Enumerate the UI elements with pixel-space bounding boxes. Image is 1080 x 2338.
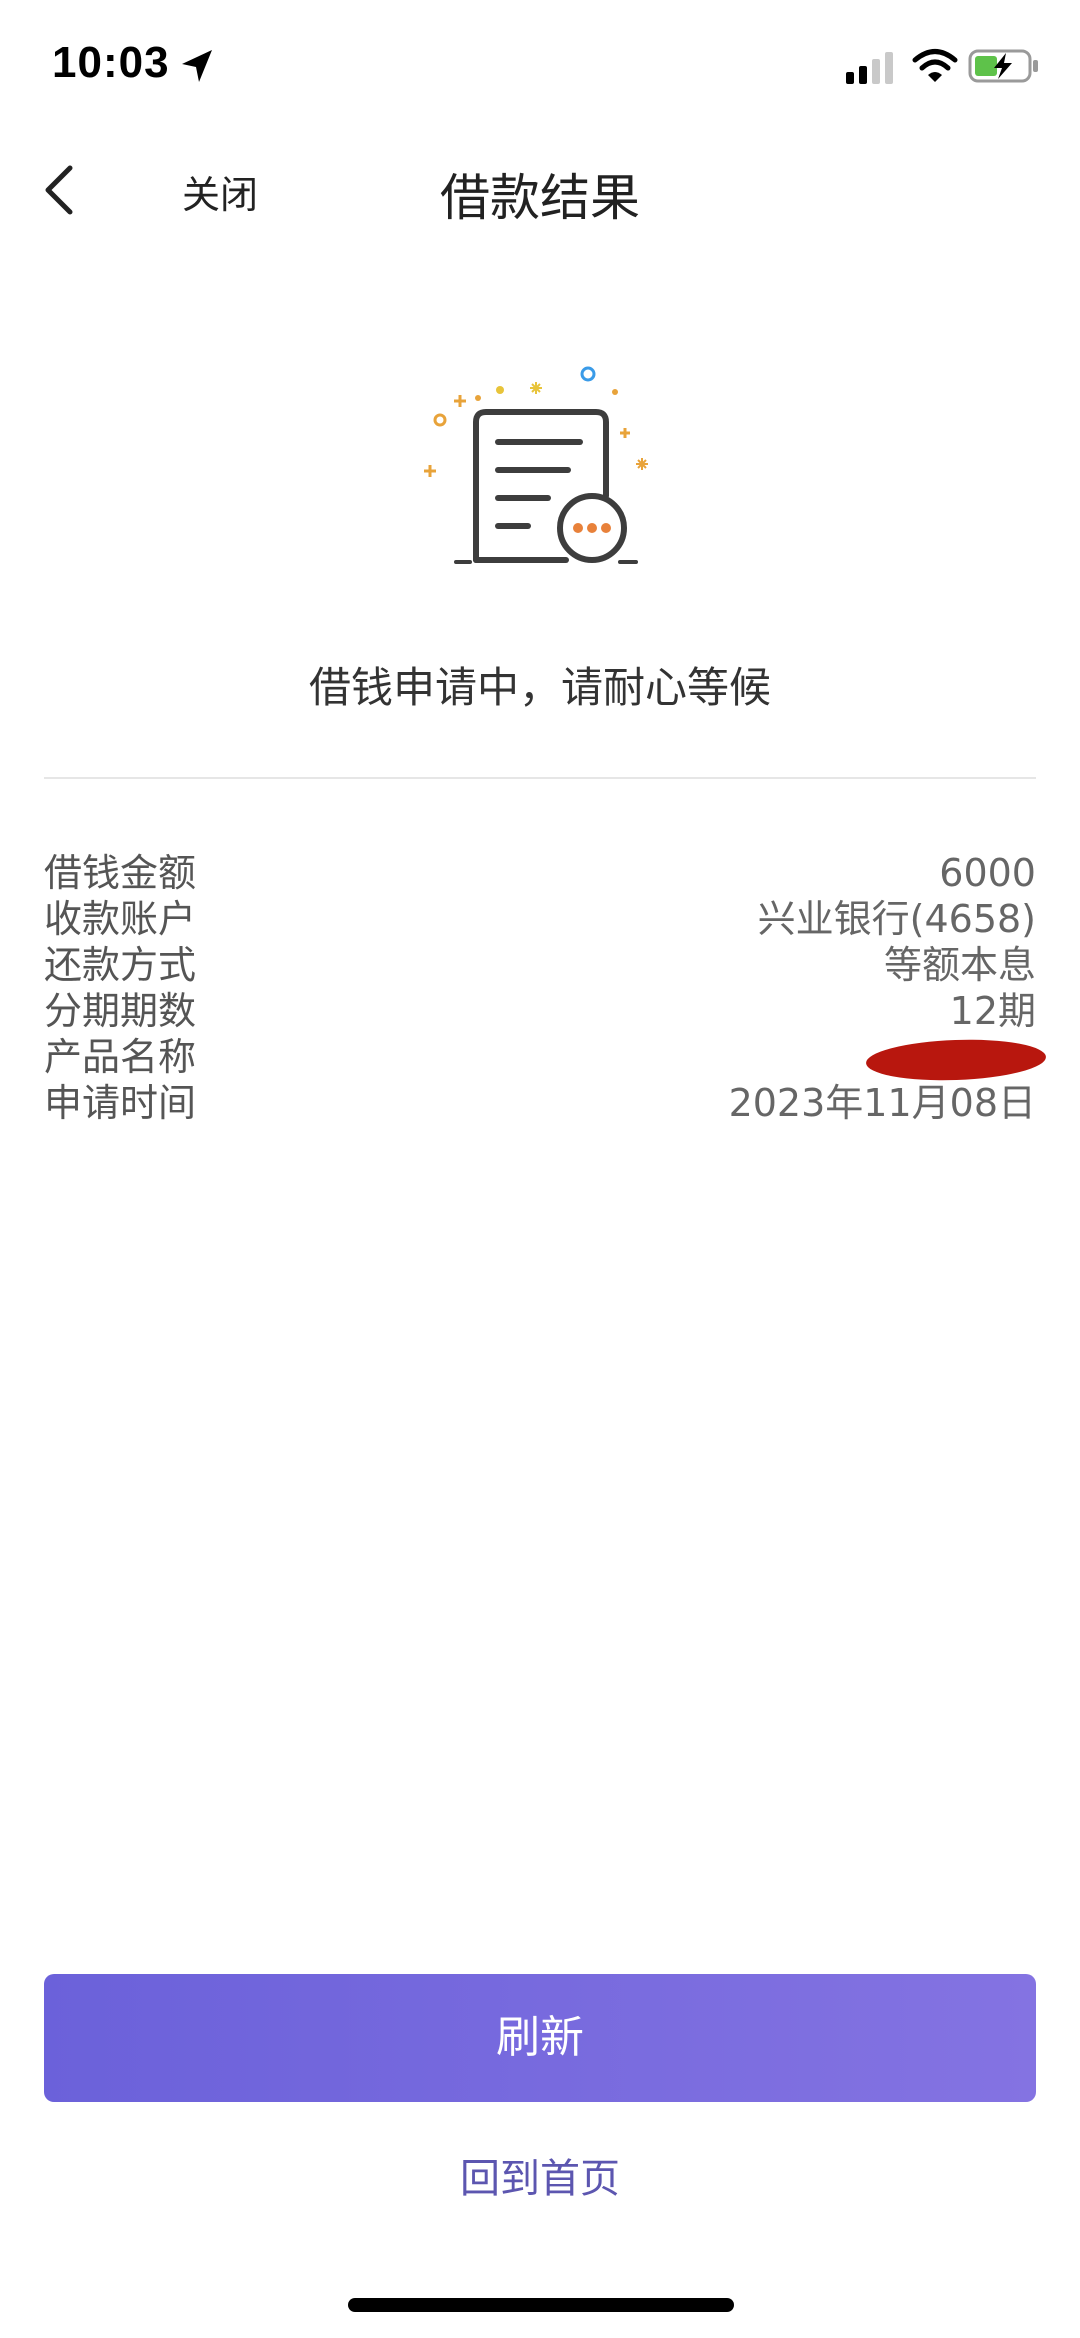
detail-label: 收款账户 — [44, 897, 197, 941]
detail-label: 借钱金额 — [44, 851, 197, 895]
detail-label: 产品名称 — [44, 1035, 197, 1079]
loan-details: 借钱金额 6000 收款账户 兴业银行(4658) 还款方式 等额本息 分期期数… — [44, 850, 1047, 1126]
refresh-button[interactable]: 刷新 — [44, 1974, 1036, 2102]
detail-row-repayment-method: 还款方式 等额本息 — [44, 942, 1036, 988]
redaction-mark — [865, 1036, 1047, 1084]
location-arrow-icon — [182, 50, 212, 82]
home-indicator — [348, 2298, 734, 2312]
detail-value: 兴业银行(4658) — [757, 897, 1036, 941]
detail-label: 还款方式 — [44, 943, 197, 987]
detail-row-apply-time: 申请时间 2023年11月08日 — [44, 1080, 1036, 1126]
document-pending-icon — [424, 366, 648, 564]
divider — [44, 777, 1036, 779]
status-time: 10:03 — [52, 38, 170, 87]
signal-icon — [846, 52, 893, 84]
detail-row-installments: 分期期数 12期 — [44, 988, 1036, 1034]
status-message: 借钱申请中，请耐心等候 — [308, 663, 771, 712]
detail-label: 申请时间 — [44, 1081, 197, 1125]
detail-row-account: 收款账户 兴业银行(4658) — [44, 896, 1036, 942]
status-bar: 10:03 — [0, 0, 1080, 130]
wifi-icon — [912, 49, 958, 82]
detail-value: 等额本息 — [883, 943, 1036, 987]
detail-label: 分期期数 — [44, 989, 197, 1033]
detail-value: 6000 — [939, 851, 1036, 895]
battery-charging-icon — [968, 49, 1038, 83]
back-to-home-link[interactable]: 回到首页 — [0, 2146, 1080, 2204]
detail-value: 2023年11月08日 — [728, 1081, 1036, 1125]
navigation-bar: 关闭 借款结果 — [0, 140, 1080, 240]
detail-row-product-name: 产品名称 — [44, 1034, 1047, 1084]
page-title: 借款结果 — [440, 169, 640, 227]
detail-value: 12期 — [949, 989, 1036, 1033]
detail-row-amount: 借钱金额 6000 — [44, 850, 1036, 896]
